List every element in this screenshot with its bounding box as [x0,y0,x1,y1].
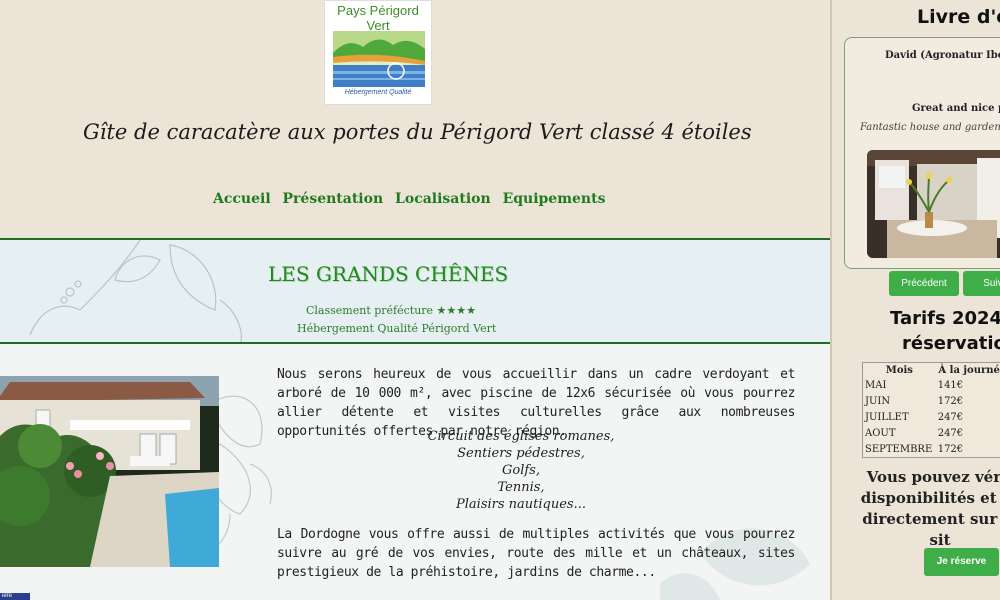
tariffs-title-line-1: Tarifs 2024 [890,308,1000,329]
tariffs-title-line-2: réservation [902,333,1000,354]
table-row: SEPTEMBRE 172€ 1 [863,442,1000,458]
column-header-month: Mois [885,364,913,376]
table-cell: 247€ [937,428,964,439]
table-cell: JUIN [865,396,891,407]
floral-decoration-icon [29,240,242,342]
house-pool-image-icon [0,376,219,567]
sidebar: Livre d'or David (Agronatur Iberia Great… [830,0,1000,600]
logo-landscape-art [333,31,425,87]
activity-item: Plaisirs nautiques... [456,497,586,512]
activities-list: Circuit des églises romanes, Sentiers pé… [277,428,765,513]
hero-banner: LES GRANDS CHÊNES Classement préfécture … [0,238,830,344]
content-section: Nous serons heureux de vous accueillir d… [0,344,830,600]
table-cell: MAI [865,380,887,391]
page-tagline: Gîte de caracatère aux portes du Périgor… [83,120,752,144]
table-cell: 247€ [937,412,964,423]
table-cell: JUILLET [865,412,909,423]
quality-label: Hébergement Qualité Périgord Vert [297,322,497,335]
activity-item: Golfs, [502,463,540,478]
activity-item: Sentiers pédestres, [457,446,585,461]
logo-line-1: Pays Périgord [337,3,419,18]
main-column: Pays Périgord Vert Hébergement Qualité G… [0,0,830,600]
guestbook-title: Livre d'or [917,6,1000,28]
tariffs-table: Mois À la journée À MAI 141€ 9 JUIN 172€… [862,362,1000,458]
next-review-button[interactable]: Suiv [963,271,1000,296]
table-cell: 141€ [937,380,964,391]
dordogne-paragraph: La Dordogne vous offre aussi de multiple… [277,527,795,580]
table-cell: SEPTEMBRE [865,443,933,455]
book-button[interactable]: Je réserve [924,548,999,576]
logo-line-3: Hébergement Qualité [344,89,412,96]
table-row: MAI 141€ 9 [863,378,1000,394]
review-photo [867,150,1000,258]
pays-perigord-vert-logo[interactable]: Pays Périgord Vert Hébergement Qualité [324,0,432,105]
classement-text: Classement préfécture ★★★★ [306,304,477,317]
tariffs-header-row: Mois À la journée À [863,363,1000,378]
nav-localisation[interactable]: Localisation [395,191,491,207]
nav-presentation[interactable]: Présentation [283,191,384,207]
table-cell: 172€ [937,443,964,455]
nav-equipements[interactable]: Equipements [503,191,606,207]
interior-image-icon [867,150,1000,258]
column-header-day-price: À la journée [938,364,1000,376]
main-nav: Accueil Présentation Localisation Equipe… [213,191,612,207]
review-text: Fantastic house and garden. T [860,122,1000,133]
tariffs-title: Tarifs 2024 réservation [890,306,1000,356]
corner-badge[interactable]: ière [0,593,30,600]
table-row: JUILLET 247€ 1 [863,410,1000,426]
nav-accueil[interactable]: Accueil [213,191,271,207]
availability-text: Vous pouvez vérif disponibilités et ré d… [860,468,1000,549]
review-title: Great and nice pla [912,103,1000,114]
table-row: AOUT 247€ 1 [863,426,1000,442]
gite-house-photo [0,376,219,567]
previous-review-button[interactable]: Précédent [889,271,959,296]
review-author: David (Agronatur Iberia [885,50,1000,61]
table-row: JUIN 172€ 1 [863,394,1000,410]
activity-item: Tennis, [497,480,545,495]
review-card: David (Agronatur Iberia Great and nice p… [844,37,1000,269]
table-cell: 172€ [937,396,964,407]
gite-name-title: LES GRANDS CHÊNES [268,262,509,286]
activity-item: Circuit des églises romanes, [427,429,615,444]
table-cell: AOUT [865,428,896,439]
